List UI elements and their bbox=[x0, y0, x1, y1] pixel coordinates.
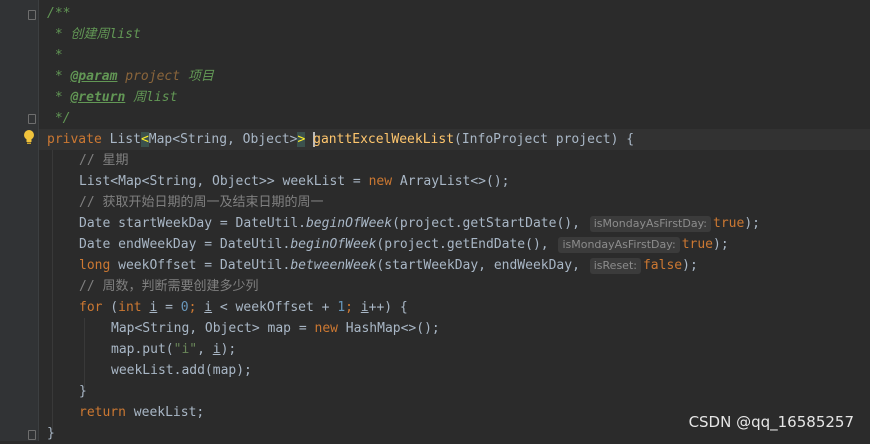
method-name[interactable]: ganttExcelWeekList bbox=[313, 132, 454, 147]
loop-variable: i bbox=[360, 300, 369, 315]
code-line: Date endWeekDay = DateUtil.beginOfWeek(p… bbox=[79, 237, 729, 253]
watermark: CSDN @qq_16585257 bbox=[688, 413, 854, 431]
indent-guide bbox=[52, 150, 53, 430]
return-type-inner: Map<String, Object> bbox=[148, 132, 298, 147]
code-text: weekOffset = DateUtil. bbox=[110, 258, 291, 273]
static-call: beginOfWeek bbox=[305, 216, 393, 231]
code-text: = bbox=[157, 300, 181, 315]
comment: // 获取开始日期的周一及结束日期的周一 bbox=[79, 195, 324, 210]
keyword-true: true bbox=[681, 237, 713, 252]
code-text: ++) { bbox=[368, 300, 408, 315]
parameter-hint: isReset: bbox=[589, 258, 641, 274]
code-text: map.put( bbox=[111, 342, 174, 357]
code-text: weekList; bbox=[125, 405, 205, 420]
method-params: (InfoProject project) { bbox=[454, 132, 635, 147]
doc-open: /** bbox=[47, 6, 71, 21]
code-line: weekList.add(map); bbox=[111, 360, 252, 381]
code-line: return weekList; bbox=[79, 402, 204, 423]
keyword-return: return bbox=[79, 405, 126, 420]
loop-variable: i bbox=[212, 342, 221, 357]
close-brace: } bbox=[79, 384, 87, 399]
code-line: long weekOffset = DateUtil.betweenWeek(s… bbox=[79, 258, 698, 274]
keyword-for: for bbox=[79, 300, 103, 315]
static-call: betweenWeek bbox=[290, 258, 377, 273]
return-type: List bbox=[109, 132, 141, 147]
code-editor[interactable]: /** * 创建周list * * @param project 项目 * @r… bbox=[0, 0, 870, 441]
keyword-private: private bbox=[47, 132, 102, 147]
number-literal: 1 bbox=[337, 300, 346, 315]
keyword-new: new bbox=[368, 174, 393, 189]
code-text: Date startWeekDay = DateUtil. bbox=[79, 216, 306, 231]
code-line: // 获取开始日期的周一及结束日期的周一 bbox=[79, 192, 323, 213]
keyword-int: int bbox=[118, 300, 142, 315]
code-line: * @param project 项目 bbox=[47, 69, 214, 84]
comment: // 星期 bbox=[79, 153, 129, 168]
code-line: // 周数，判断需要创建多少列 bbox=[79, 276, 258, 297]
doc-param-desc: 项目 bbox=[187, 69, 214, 84]
close-brace: } bbox=[47, 426, 55, 441]
keyword-false: false bbox=[642, 258, 683, 273]
code-line: } bbox=[79, 381, 87, 402]
code-text: (startWeekDay, endWeekDay, bbox=[376, 258, 588, 273]
code-text: Date endWeekDay = DateUtil. bbox=[79, 237, 291, 252]
code-line: Date startWeekDay = DateUtil.beginOfWeek… bbox=[79, 216, 760, 232]
code-text: HashMap<>(); bbox=[337, 321, 440, 336]
loop-variable: i bbox=[204, 300, 213, 315]
doc-close: */ bbox=[47, 111, 71, 126]
parameter-hint: isMondayAsFirstDay: bbox=[558, 237, 680, 253]
code-line: * bbox=[47, 45, 63, 66]
code-text: ); bbox=[220, 342, 237, 357]
doc-param-tag: @param bbox=[70, 69, 118, 84]
code-text: weekList.add(map); bbox=[111, 363, 252, 378]
code-text: Map<String, Object> map = bbox=[111, 321, 315, 336]
code-line: // 星期 bbox=[79, 150, 128, 171]
code-line: List<Map<String, Object>> weekList = new… bbox=[79, 171, 509, 192]
string-literal: "i" bbox=[173, 342, 198, 357]
code-line: * 创建周list bbox=[47, 24, 141, 45]
indent-guide bbox=[84, 318, 85, 388]
method-signature-line: private List<Map<String, Object>> ganttE… bbox=[47, 129, 634, 150]
doc-param-name: project bbox=[125, 69, 181, 84]
code-line: Map<String, Object> map = new HashMap<>(… bbox=[111, 318, 440, 339]
code-text: ArrayList<>(); bbox=[392, 174, 510, 189]
code-line: map.put("i", i); bbox=[111, 339, 236, 360]
keyword-new: new bbox=[314, 321, 338, 336]
code-line: for (int i = 0; i < weekOffset + 1; i++)… bbox=[79, 300, 408, 315]
code-text: (project.getEndDate(), bbox=[376, 237, 557, 252]
number-literal: 0 bbox=[180, 300, 189, 315]
code-line: * @return 周list bbox=[47, 90, 178, 105]
static-call: beginOfWeek bbox=[290, 237, 377, 252]
doc-return-desc: 周list bbox=[133, 90, 178, 105]
keyword-long: long bbox=[79, 258, 111, 273]
code-text: (project.getStartDate(), bbox=[392, 216, 588, 231]
doc-blank: * bbox=[47, 48, 63, 63]
doc-description: * 创建周list bbox=[47, 27, 141, 42]
code-text: < weekOffset + bbox=[212, 300, 338, 315]
code-text: List<Map<String, Object>> weekList = bbox=[79, 174, 369, 189]
parameter-hint: isMondayAsFirstDay: bbox=[589, 216, 711, 232]
code-line: /** bbox=[47, 3, 70, 24]
code-text: , bbox=[197, 342, 213, 357]
keyword-true: true bbox=[713, 216, 745, 231]
doc-return-tag: @return bbox=[70, 90, 126, 105]
code-line: */ bbox=[47, 108, 71, 129]
comment: // 周数，判断需要创建多少列 bbox=[79, 279, 259, 294]
bracket-open: < bbox=[140, 132, 149, 147]
